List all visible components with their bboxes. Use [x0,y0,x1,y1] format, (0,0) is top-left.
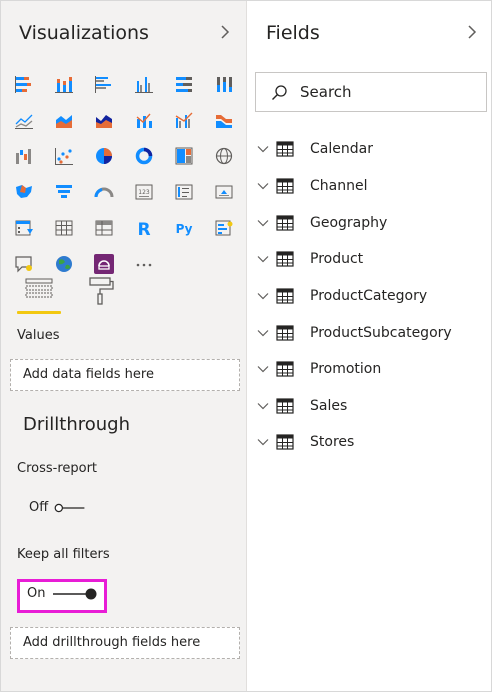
paint-roller-icon [89,277,114,305]
field-table-row[interactable]: Stores [256,430,486,454]
chevron-down-icon[interactable] [256,289,270,303]
matrix-icon[interactable] [93,217,115,239]
chevron-down-icon[interactable] [256,362,270,376]
active-tab-indicator [17,311,61,314]
chevron-down-icon[interactable] [256,216,270,230]
field-table-row[interactable]: Product [256,247,486,271]
line-chart-icon[interactable] [13,109,35,131]
field-table-row[interactable]: Channel [256,174,486,198]
qa-visual-icon[interactable] [13,253,35,275]
area-chart-icon[interactable] [53,109,75,131]
keep-all-filters-toggle[interactable]: On [27,586,99,601]
field-name: Channel [310,178,368,194]
table-icon [276,215,294,231]
fields-pane: Fields Calendar Channel Geography [248,1,491,691]
field-name: Product [310,251,364,267]
slicer-icon[interactable] [13,217,35,239]
values-drop-zone[interactable]: Add data fields here [10,359,240,391]
cross-report-toggle[interactable]: Off [29,500,86,515]
field-name: Geography [310,215,388,231]
drillthrough-drop-zone[interactable]: Add drillthrough fields here [10,627,240,659]
treemap-icon[interactable] [173,145,195,167]
search-icon [272,85,287,100]
power-apps-visual-icon[interactable] [93,253,115,275]
ribbon-chart-icon[interactable] [213,109,235,131]
map-globe-icon[interactable] [213,145,235,167]
pie-chart-icon[interactable] [93,145,115,167]
field-table-row[interactable]: ProductCategory [256,284,486,308]
donut-chart-icon[interactable] [133,145,155,167]
stacked-bar-chart-icon[interactable] [13,73,35,95]
stacked-area-chart-icon[interactable] [93,109,115,131]
svg-text:R: R [137,220,150,239]
field-name: Sales [310,398,348,414]
chevron-down-icon[interactable] [256,435,270,449]
field-table-row[interactable]: Geography [256,211,486,235]
100-stacked-bar-chart-icon[interactable] [173,73,195,95]
scatter-chart-icon[interactable] [53,145,75,167]
clustered-bar-chart-icon[interactable] [93,73,115,95]
fields-tab[interactable] [19,275,59,315]
toggle-on-icon [53,588,97,599]
cross-report-label: Cross-report [17,461,98,476]
field-name: Calendar [310,141,373,157]
field-table-row[interactable]: Promotion [256,357,486,381]
waterfall-chart-icon[interactable] [13,145,35,167]
multi-row-card-icon[interactable] [173,181,195,203]
field-name: ProductCategory [310,288,428,304]
table-icon [276,178,294,194]
visualizations-title: Visualizations [19,22,149,44]
100-stacked-column-chart-icon[interactable] [213,73,235,95]
table-icon [276,251,294,267]
values-label: Values [17,328,60,343]
keep-all-filters-label: Keep all filters [17,547,110,562]
more-visuals-icon[interactable] [133,253,155,275]
python-visual-icon[interactable]: Py [173,217,195,239]
chevron-down-icon[interactable] [256,252,270,266]
field-table-row[interactable]: Calendar [256,137,486,161]
chevron-down-icon[interactable] [256,142,270,156]
stacked-column-chart-icon[interactable] [53,73,75,95]
chevron-down-icon[interactable] [256,399,270,413]
svg-text:Py: Py [176,222,193,236]
fields-title: Fields [266,22,320,44]
gauge-chart-icon[interactable] [93,181,115,203]
clustered-column-chart-icon[interactable] [133,73,155,95]
table-icon [276,325,294,341]
table-icon [276,434,294,450]
funnel-chart-icon[interactable] [53,181,75,203]
card-icon[interactable]: 123 [133,181,155,203]
field-name: Stores [310,434,355,450]
table-icon [276,361,294,377]
line-and-stacked-column-chart-icon[interactable] [133,109,155,131]
chevron-down-icon[interactable] [256,326,270,340]
chevron-down-icon[interactable] [256,179,270,193]
kpi-icon[interactable] [213,181,235,203]
table-icon [276,141,294,157]
format-tab[interactable] [85,275,125,315]
visualizations-collapse-icon[interactable] [219,23,231,46]
visualizations-pane: Visualizations 123 R Py Values Add data … [1,1,247,691]
svg-text:123: 123 [138,189,150,196]
cross-report-state: Off [29,500,49,515]
field-table-row[interactable]: Sales [256,394,486,418]
table-visual-icon[interactable] [53,217,75,239]
search-input[interactable] [300,82,470,102]
toggle-off-icon [54,503,85,512]
table-icon [276,288,294,304]
fields-collapse-icon[interactable] [466,23,478,46]
r-script-visual-icon[interactable]: R [133,217,155,239]
fields-well-icon [25,278,53,298]
drillthrough-heading: Drillthrough [23,414,130,435]
field-name: Promotion [310,361,382,377]
keep-all-filters-state: On [27,586,46,601]
field-name: ProductSubcategory [310,325,452,341]
field-table-row[interactable]: ProductSubcategory [256,321,486,345]
filled-map-icon[interactable] [13,181,35,203]
line-and-clustered-column-chart-icon[interactable] [173,109,195,131]
fields-search-box[interactable] [255,72,487,112]
arcgis-map-icon[interactable] [53,253,75,275]
key-influencers-icon[interactable] [213,217,235,239]
table-icon [276,398,294,414]
